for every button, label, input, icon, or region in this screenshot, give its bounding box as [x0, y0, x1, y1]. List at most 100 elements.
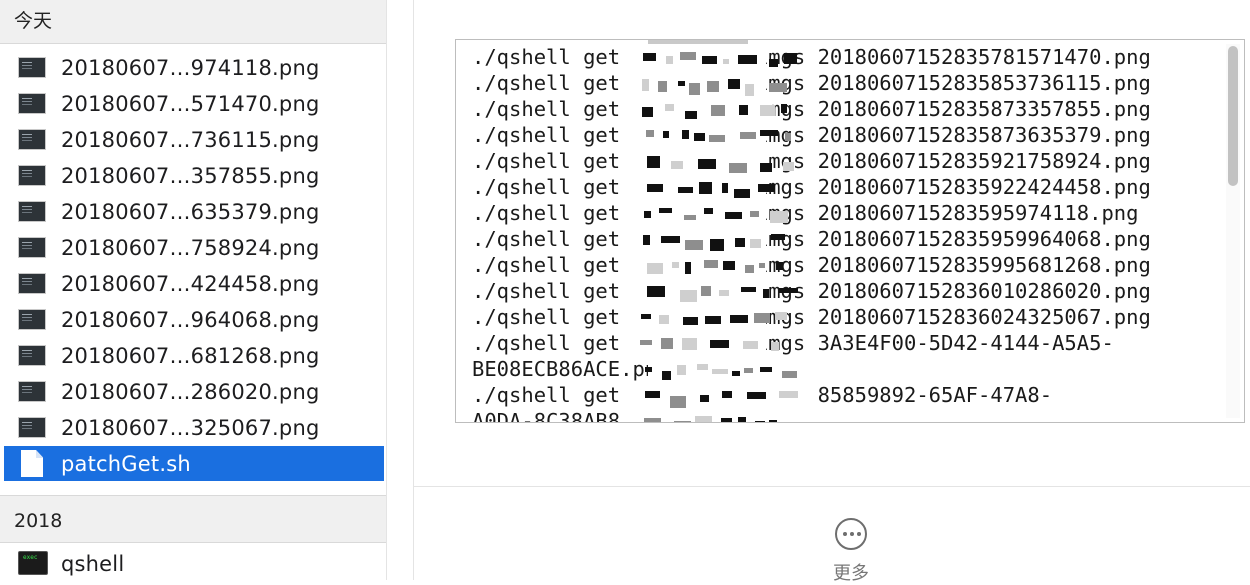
png-thumbnail-icon — [18, 165, 46, 186]
file-row[interactable]: 20180607…635379.png — [4, 194, 384, 230]
file-row[interactable]: 20180607…325067.png — [4, 410, 384, 446]
file-name: qshell — [61, 552, 125, 576]
redaction-block — [678, 187, 693, 193]
redaction-block — [707, 81, 719, 92]
redaction-block — [722, 391, 732, 398]
redaction-block — [671, 161, 683, 169]
file-name: 20180607…681268.png — [61, 344, 320, 368]
file-row[interactable]: 20180607…964068.png — [4, 302, 384, 338]
file-row[interactable]: 20180607…758924.png — [4, 230, 384, 266]
redaction-block — [741, 287, 756, 292]
redaction-block — [644, 211, 651, 218]
redaction-block — [771, 234, 785, 240]
scrollbar-thumb[interactable] — [1228, 46, 1238, 186]
pane-divider[interactable] — [386, 0, 414, 580]
file-row[interactable]: 20180607…681268.png — [4, 338, 384, 374]
redaction-block — [784, 53, 797, 64]
redaction-block — [646, 130, 654, 137]
redaction-block — [732, 371, 740, 376]
png-thumbnail-icon — [18, 93, 46, 114]
redaction-block — [763, 289, 769, 298]
more-label: 更多 — [833, 563, 869, 584]
png-thumbnail-icon — [18, 129, 46, 150]
redaction-block — [729, 163, 747, 173]
redaction-block — [689, 83, 700, 95]
redaction-block — [685, 262, 691, 274]
redaction-block — [643, 235, 650, 245]
redaction-block — [769, 83, 787, 92]
redaction-block — [699, 182, 712, 194]
file-name: 20180607…758924.png — [61, 236, 320, 260]
redaction-block — [695, 416, 712, 422]
redaction-block — [642, 107, 653, 117]
redaction-block — [760, 367, 772, 372]
redaction-block — [782, 371, 797, 378]
png-thumbnail-icon — [18, 381, 46, 402]
redaction-block — [684, 215, 696, 220]
redaction-block — [735, 238, 745, 247]
redaction-block — [645, 391, 660, 398]
redaction-block — [665, 104, 674, 111]
redaction-block — [700, 395, 709, 402]
redaction-block — [754, 313, 770, 323]
redaction-block — [712, 369, 728, 374]
redaction-block — [647, 156, 660, 168]
file-name: 20180607…635379.png — [61, 200, 320, 224]
redaction-block — [702, 56, 717, 64]
redaction-block — [709, 135, 725, 142]
section-header-year: 2018 — [0, 495, 386, 543]
redaction-block — [722, 183, 728, 193]
redaction-block — [685, 111, 697, 119]
redaction-block — [744, 368, 753, 373]
section-header-today: 今天 — [0, 0, 386, 44]
document-icon — [21, 450, 43, 477]
redaction-block — [738, 55, 757, 64]
redaction-block — [725, 212, 742, 219]
redaction-block — [770, 211, 788, 223]
file-row[interactable]: exec qshell — [4, 546, 384, 580]
file-name: 20180607…736115.png — [61, 128, 320, 152]
redaction-block — [674, 421, 691, 422]
file-name: 20180607…325067.png — [61, 416, 320, 440]
redaction-block — [734, 189, 750, 198]
file-row[interactable]: 20180607…571470.png — [4, 86, 384, 122]
redaction-block — [750, 239, 761, 248]
more-ellipsis-icon[interactable] — [835, 518, 867, 550]
redaction-block — [640, 340, 652, 345]
file-name: 20180607…286020.png — [61, 380, 320, 404]
redaction-block — [678, 81, 685, 86]
file-row[interactable]: 20180607…424458.png — [4, 266, 384, 302]
redaction-block — [750, 211, 759, 217]
redaction-block — [680, 52, 696, 60]
redaction-block — [666, 56, 673, 64]
redaction-block — [642, 79, 649, 91]
redaction-block — [641, 314, 651, 319]
file-row[interactable]: 20180607…974118.png — [4, 50, 384, 86]
redaction-block — [743, 341, 758, 349]
preview-text: ./qshell get imgs 2018060715283578157147… — [472, 45, 1151, 423]
redaction-block — [647, 263, 663, 274]
redaction-block — [661, 338, 673, 349]
png-thumbnail-icon — [18, 273, 46, 294]
file-row-selected[interactable]: patchGet.sh — [4, 446, 384, 481]
redaction-block — [779, 391, 798, 398]
redaction-block — [694, 133, 705, 141]
png-thumbnail-icon — [18, 417, 46, 438]
redaction-block — [711, 105, 725, 116]
text-preview: ./qshell get imgs 2018060715283578157147… — [455, 39, 1245, 423]
redaction-block — [783, 162, 794, 171]
redaction-block — [645, 367, 652, 372]
file-row[interactable]: 20180607…357855.png — [4, 158, 384, 194]
redaction-block — [755, 421, 765, 422]
redaction-block — [745, 265, 754, 273]
redaction-block — [760, 105, 775, 116]
redaction-block — [662, 371, 671, 380]
redaction-block — [704, 260, 718, 268]
png-thumbnail-icon — [18, 201, 46, 222]
file-row[interactable]: 20180607…286020.png — [4, 374, 384, 410]
terminal-executable-icon: exec — [18, 551, 48, 575]
redaction-block — [685, 240, 703, 250]
file-row[interactable]: 20180607…736115.png — [4, 122, 384, 158]
redaction-block — [670, 396, 686, 408]
file-name: 20180607…964068.png — [61, 308, 320, 332]
